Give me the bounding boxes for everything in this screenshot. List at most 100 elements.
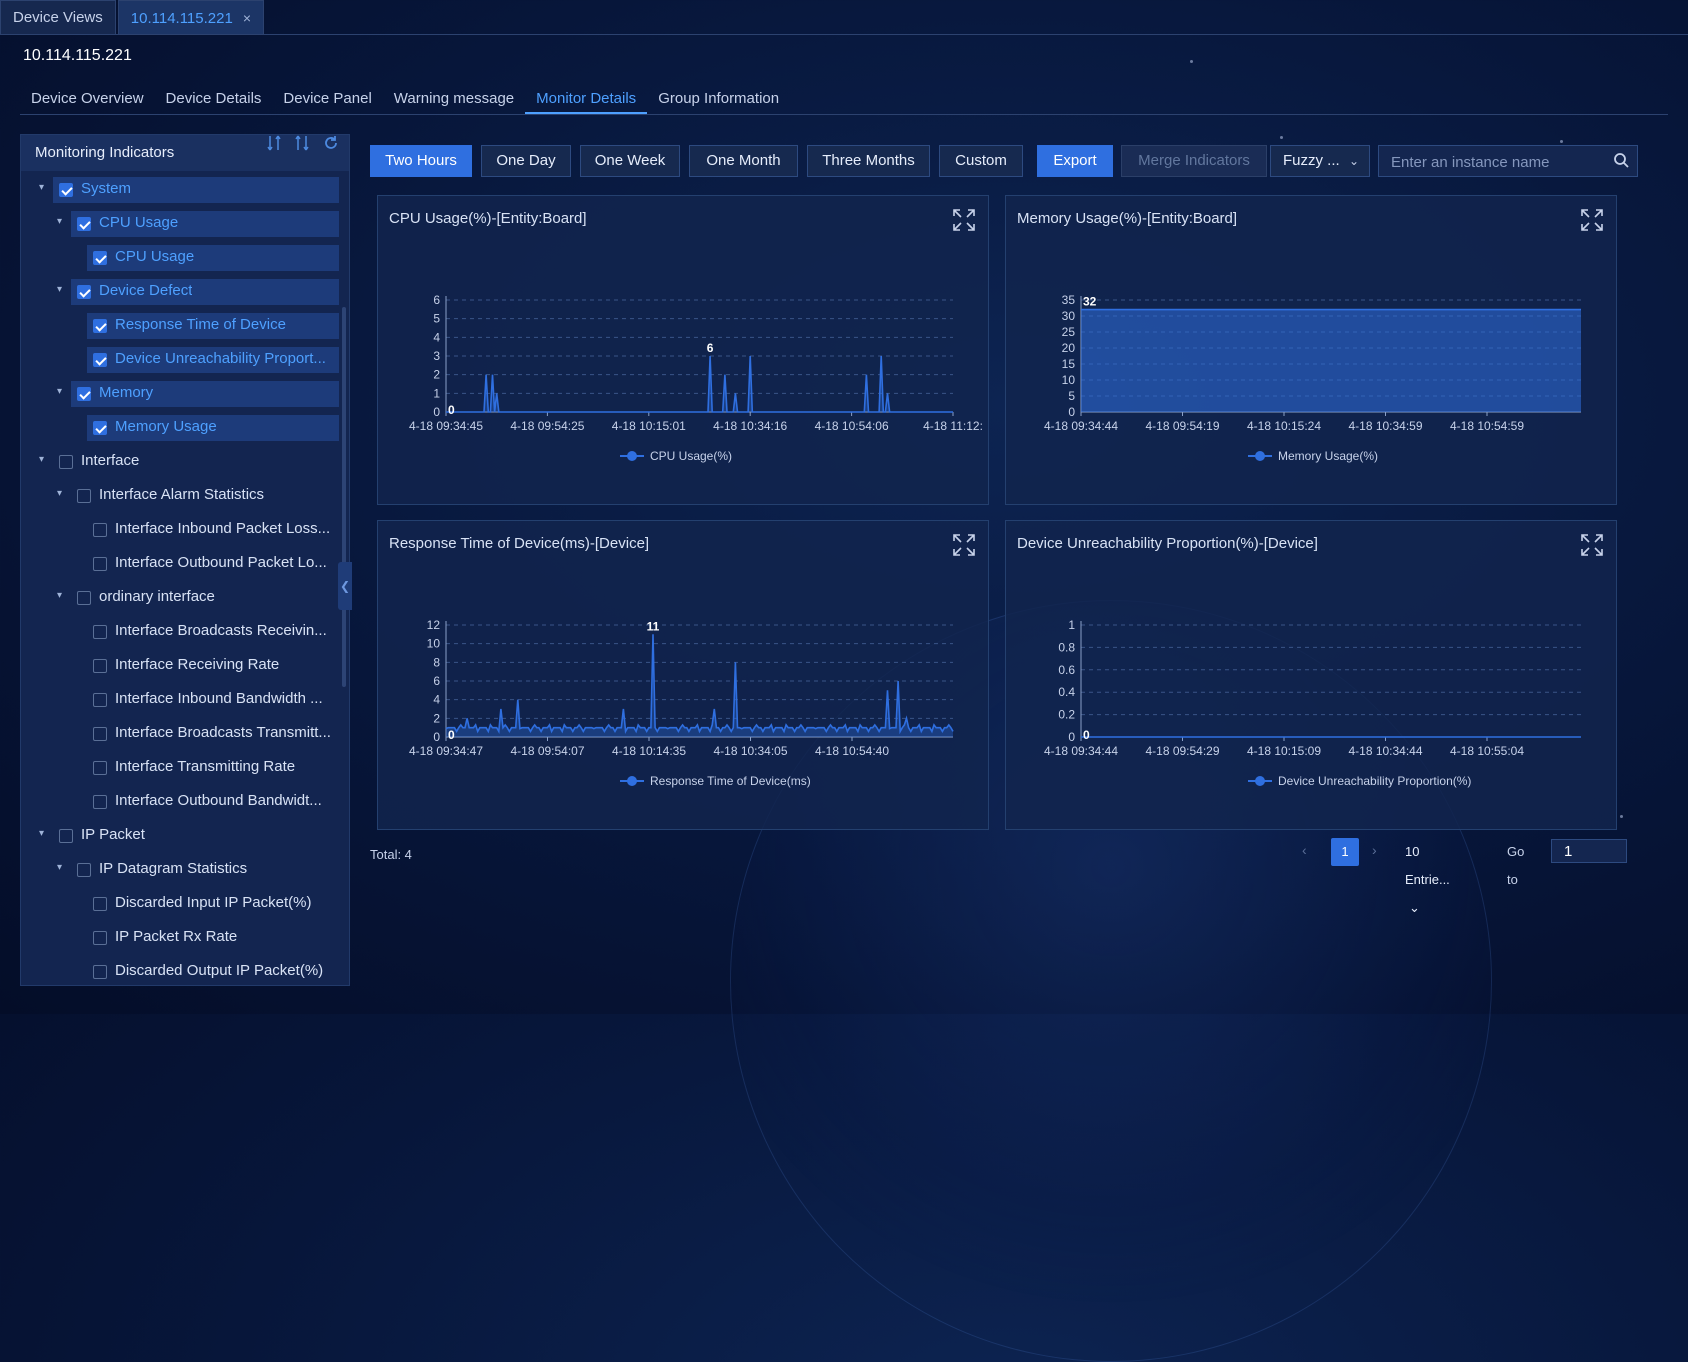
nav-monitor-details[interactable]: Monitor Details — [525, 86, 648, 114]
tree-node[interactable]: Discarded Output IP Packet(%) — [21, 955, 339, 985]
tree-label: Interface — [81, 452, 140, 469]
tree-node[interactable]: ▾ CPU Usage — [21, 207, 339, 241]
merge-indicators-button[interactable]: Merge Indicators — [1121, 145, 1267, 177]
tree-node[interactable]: ▾ Interface Alarm Statistics — [21, 479, 339, 513]
nav-device-panel[interactable]: Device Panel — [272, 86, 382, 114]
refresh-icon[interactable] — [323, 135, 339, 151]
tree-node[interactable]: Interface Inbound Bandwidth ... — [21, 683, 339, 717]
sidebar-scrollbar[interactable] — [342, 307, 346, 687]
expand-caret-icon[interactable]: ▾ — [39, 182, 44, 193]
tree-checkbox[interactable] — [93, 625, 107, 639]
tree-node[interactable]: ▾ Interface — [21, 445, 339, 479]
y-tick-label: 12 — [427, 618, 441, 632]
one-day-button[interactable]: One Day — [481, 145, 571, 177]
tree-node[interactable]: Memory Usage — [21, 411, 339, 445]
tree-checkbox[interactable] — [93, 251, 107, 265]
export-button[interactable]: Export — [1037, 145, 1113, 177]
expand-all-icon[interactable] — [295, 135, 309, 151]
tree-node[interactable]: ▾ Memory — [21, 377, 339, 411]
tree-node[interactable]: Device Unreachability Proport... — [21, 343, 339, 377]
page-size-select[interactable]: 10 Entrie... ⌄ — [1405, 838, 1450, 915]
sidebar-title: Monitoring Indicators — [35, 144, 175, 161]
tree-checkbox[interactable] — [93, 693, 107, 707]
tree-node[interactable]: Interface Broadcasts Transmitt... — [21, 717, 339, 751]
page-number[interactable]: 1 — [1331, 838, 1359, 866]
tree-checkbox[interactable] — [77, 387, 91, 401]
tree-node[interactable]: Interface Receiving Rate — [21, 649, 339, 683]
three-months-button[interactable]: Three Months — [807, 145, 930, 177]
tree-node[interactable]: Interface Broadcasts Receivin... — [21, 615, 339, 649]
tree-node[interactable]: ▾ ordinary interface — [21, 581, 339, 615]
tree-node[interactable]: ▾ IP Datagram Statistics — [21, 853, 339, 887]
tree-checkbox[interactable] — [93, 557, 107, 571]
tree-node[interactable]: Response Time of Device — [21, 309, 339, 343]
tree-node[interactable]: Discarded Input IP Packet(%) — [21, 887, 339, 921]
tree-checkbox[interactable] — [93, 965, 107, 979]
tree-node[interactable]: ▾ Device Defect — [21, 275, 339, 309]
next-page-icon[interactable]: › — [1372, 842, 1377, 858]
y-tick-label: 10 — [427, 637, 441, 651]
tree-node[interactable]: IP Packet Rx Rate — [21, 921, 339, 955]
one-month-button[interactable]: One Month — [689, 145, 798, 177]
expand-caret-icon[interactable]: ▾ — [57, 862, 62, 873]
tree-checkbox[interactable] — [77, 489, 91, 503]
prev-page-icon[interactable]: ‹ — [1302, 842, 1307, 858]
tree-checkbox[interactable] — [77, 863, 91, 877]
instance-search[interactable] — [1378, 145, 1638, 178]
collapse-sidebar-handle[interactable]: ❮ — [338, 562, 352, 610]
series-area — [446, 634, 953, 737]
expand-caret-icon[interactable]: ▾ — [39, 454, 44, 465]
expand-caret-icon[interactable]: ▾ — [57, 284, 62, 295]
y-tick-label: 1 — [433, 386, 440, 400]
x-tick-label: 4-18 10:34:16 — [713, 419, 787, 433]
tree-checkbox[interactable] — [77, 591, 91, 605]
tree-node[interactable]: CPU Usage — [21, 241, 339, 275]
tab-device-ip[interactable]: 10.114.115.221 × — [117, 0, 264, 34]
expand-caret-icon[interactable]: ▾ — [57, 488, 62, 499]
tree-checkbox[interactable] — [93, 727, 107, 741]
tree-label: Interface Alarm Statistics — [99, 486, 265, 503]
tree-checkbox[interactable] — [93, 353, 107, 367]
tree-node[interactable]: Interface Outbound Bandwidt... — [21, 785, 339, 819]
two-hours-button[interactable]: Two Hours — [370, 145, 472, 177]
tree-node[interactable]: Interface Inbound Packet Loss... — [21, 513, 339, 547]
tree-checkbox[interactable] — [93, 659, 107, 673]
tree-checkbox[interactable] — [59, 183, 73, 197]
tree-checkbox[interactable] — [59, 829, 73, 843]
expand-caret-icon[interactable]: ▾ — [57, 590, 62, 601]
expand-caret-icon[interactable]: ▾ — [39, 828, 44, 839]
tree-checkbox[interactable] — [93, 761, 107, 775]
tree-checkbox[interactable] — [93, 795, 107, 809]
tab-device-views[interactable]: Device Views — [0, 0, 116, 34]
collapse-all-icon[interactable] — [267, 135, 281, 151]
match-mode-select[interactable]: Fuzzy ... ⌄ — [1270, 145, 1370, 177]
search-icon[interactable] — [1613, 152, 1629, 168]
tree-node[interactable]: Interface Transmitting Rate — [21, 751, 339, 785]
tree-node[interactable]: Interface Outbound Packet Lo... — [21, 547, 339, 581]
tree-checkbox[interactable] — [93, 897, 107, 911]
tree-checkbox[interactable] — [93, 523, 107, 537]
nav-device-overview[interactable]: Device Overview — [20, 86, 155, 114]
nav-warning-message[interactable]: Warning message — [383, 86, 525, 114]
tree-node[interactable]: ▾ IP Packet — [21, 819, 339, 853]
tree-checkbox[interactable] — [77, 285, 91, 299]
nav-device-details[interactable]: Device Details — [155, 86, 273, 114]
tree-checkbox[interactable] — [59, 455, 73, 469]
close-tab-icon[interactable]: × — [243, 10, 251, 26]
tree-label: Discarded Output IP Packet(%) — [115, 962, 324, 979]
tree-label: Interface Broadcasts Transmitt... — [115, 724, 331, 741]
custom-button[interactable]: Custom — [939, 145, 1023, 177]
tree-node[interactable]: ▾ System — [21, 173, 339, 207]
tree-checkbox[interactable] — [77, 217, 91, 231]
tree-checkbox[interactable] — [93, 931, 107, 945]
one-week-button[interactable]: One Week — [580, 145, 680, 177]
chevron-down-icon: ⌄ — [1348, 154, 1359, 168]
cpu-usage-chart-panel: CPU Usage(%)-[Entity:Board] 0 1 2 3 4 5 6 4-18 … — [377, 195, 989, 505]
instance-search-input[interactable] — [1379, 146, 1603, 178]
nav-group-information[interactable]: Group Information — [647, 86, 790, 114]
tree-checkbox[interactable] — [93, 319, 107, 333]
expand-caret-icon[interactable]: ▾ — [57, 216, 62, 227]
tree-checkbox[interactable] — [93, 421, 107, 435]
expand-caret-icon[interactable]: ▾ — [57, 386, 62, 397]
goto-page-input[interactable] — [1551, 839, 1627, 863]
